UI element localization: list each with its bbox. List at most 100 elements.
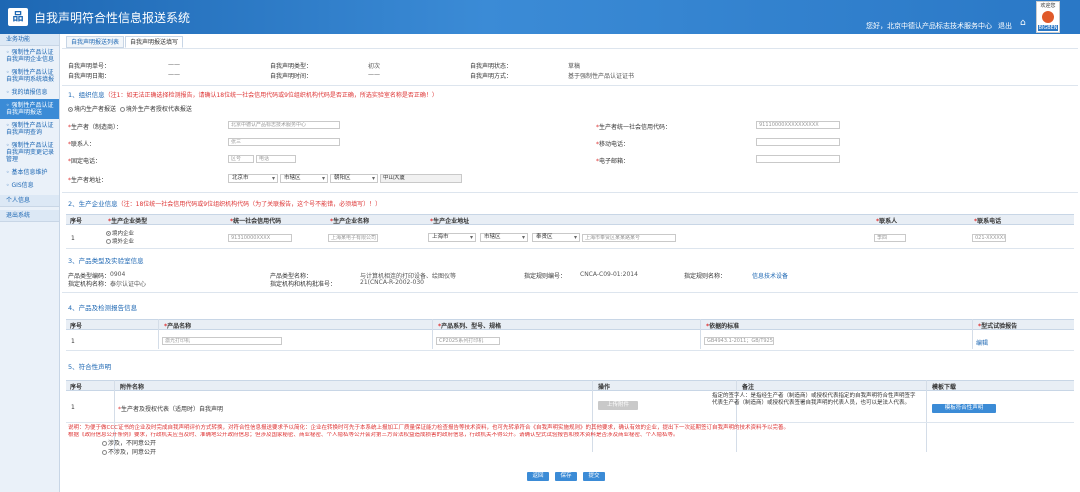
- sidebar-item-query[interactable]: 强制性产品认证自我声明查询: [0, 119, 59, 139]
- sec2-th-type: *生产企业类型: [108, 218, 148, 225]
- sidebar-item-enterprise-info[interactable]: 强制性产品认证自我声明企业信息: [0, 46, 59, 66]
- radio-overseas-label: 境外生产者授权代表报送: [125, 106, 192, 113]
- sec2-note: （注：18位统一社会信用代码或9位组织机构代码（为了关联报告，这个号不能错，必须…: [117, 201, 382, 208]
- sec5-colsep-2: [592, 380, 593, 452]
- sec2-row-no: 1: [71, 235, 75, 242]
- sidebar-item-system-fill[interactable]: 强制性产品认证自我声明系统填报: [0, 66, 59, 86]
- sec4-th-model: *产品系列、型号、规格: [438, 323, 502, 330]
- sidebar-item-submit[interactable]: 强制性产品认证自我声明报送: [0, 99, 59, 119]
- sec2-district-select[interactable]: 奉贤区: [532, 233, 580, 242]
- sec2-contact-input[interactable]: 李四: [874, 234, 906, 242]
- radio-disclose-label: 不涉及，同意公开: [108, 449, 157, 456]
- disclosure-options: 涉及，不同意公开 不涉及，同意公开: [102, 439, 156, 457]
- main-content: 自我声明报送列表 自我声明报送填写 自我声明单号： —— 自我声明类型： 初次 自…: [62, 34, 1078, 492]
- sec3-org-value: 泰尔认证中心: [110, 281, 147, 288]
- sec4-name-input[interactable]: 激光打印机: [162, 337, 282, 345]
- sidebar-head[interactable]: 业务功能: [0, 34, 59, 46]
- home-icon[interactable]: ⌂: [1020, 18, 1026, 28]
- sec4-model-input[interactable]: CP2025系列打印机: [436, 337, 500, 345]
- mobile-input[interactable]: [756, 138, 840, 146]
- sec2-name-input[interactable]: 上海某电子有限公司: [328, 234, 378, 242]
- footer-note-2: 根据《政府信息公开条例》要求，行政机关应当及时、准确地公开政府信息；但涉及国家秘…: [68, 432, 679, 438]
- sidebar: 业务功能 强制性产品认证自我声明企业信息 强制性产品认证自我声明系统填报 我的填…: [0, 34, 60, 492]
- sec3-rule-name-value[interactable]: 信息技术设备: [752, 271, 788, 280]
- meta-type-label: 自我声明类型：: [270, 63, 313, 70]
- sec4-std-input[interactable]: GB4943.1-2011；GB/T9254-2008: [704, 337, 774, 345]
- sec4-th-std: *依据的标准: [706, 323, 740, 330]
- sec2-title: 2、生产企业信息: [68, 200, 118, 208]
- meta-no-value: ——: [168, 61, 180, 68]
- sec4-title: 4、产品及检测报告信息: [68, 304, 138, 312]
- sec3-rule-name-label: 指定规则名称：: [684, 273, 727, 280]
- contact-input[interactable]: 张三: [228, 138, 340, 146]
- sec4-th-report: *型式试验报告: [978, 323, 1018, 330]
- radio-disclose[interactable]: [102, 450, 107, 455]
- sec4-th-name: *产品名称: [164, 323, 192, 330]
- sec2-city-select[interactable]: 市辖区: [480, 233, 528, 242]
- sec5-th-op: 操作: [598, 384, 611, 391]
- meta-time-value: ——: [368, 71, 380, 78]
- sec4-colsep-4: [972, 319, 973, 349]
- top-bar: 品 自我声明符合性信息报送系统 您好，北京中德认产品标志技术服务中心 退出 ⌂ …: [0, 0, 1080, 34]
- sec2-phone-input[interactable]: 021-XXXXXXX: [972, 234, 1006, 242]
- sec2-street-input[interactable]: 上海市奉贤区某某路某号: [582, 234, 676, 242]
- meta-no-label: 自我声明单号：: [68, 63, 111, 70]
- meta-method-label: 自我声明方式：: [470, 73, 513, 80]
- save-button[interactable]: 保存: [555, 472, 577, 481]
- meta-status-label: 自我声明状态：: [470, 63, 513, 70]
- sec1-note: （注1：如无法正确选择检测报告，请确认18位统一社会信用代码或9位组织机构代码是…: [104, 92, 438, 99]
- sec3-title: 3、产品类型及实验室信息: [68, 257, 144, 265]
- sec2-th-no: 序号: [70, 218, 83, 225]
- tab-submit-fill[interactable]: 自我声明报送填写: [125, 36, 184, 48]
- upload-attachment-button[interactable]: 上传附件: [598, 401, 638, 410]
- sec2-credit-input[interactable]: 91310000XXXX: [228, 234, 292, 242]
- avatar-tag: BIGBEN: [1038, 25, 1058, 31]
- sec5-colsep-4: [926, 380, 927, 452]
- sec4-th-no: 序号: [70, 323, 83, 330]
- radio-overseas-enterprise[interactable]: [106, 239, 111, 244]
- sec4-edit-link[interactable]: 编辑: [976, 338, 988, 347]
- sidebar-item-gis[interactable]: GIS信息: [0, 179, 59, 192]
- sec5-row-divider: [66, 422, 1074, 423]
- sec4-row-no: 1: [71, 338, 75, 345]
- phone-input[interactable]: 电话: [256, 155, 296, 163]
- sec5-th-remark: 备注: [742, 384, 755, 391]
- sec5-row-no: 1: [71, 404, 75, 411]
- avatar[interactable]: 欢迎您 BIGBEN: [1036, 1, 1060, 33]
- city-select[interactable]: 市辖区: [280, 174, 328, 183]
- sec2-th-address: *生产企业地址: [430, 218, 470, 225]
- logout-link[interactable]: 退出: [998, 21, 1012, 31]
- email-label: *电子邮箱：: [596, 158, 630, 165]
- sidebar-item-basic-info[interactable]: 基本信息维护: [0, 166, 59, 179]
- sec2-th-contact: *联系人: [876, 218, 898, 225]
- sec2-th-credit: *统一社会信用代码: [230, 218, 282, 225]
- sec3-rule-label: 指定规则编号：: [524, 273, 567, 280]
- radio-no-disclose-label: 涉及，不同意公开: [108, 440, 157, 447]
- area-code-input[interactable]: 区号: [228, 155, 254, 163]
- sidebar-item-change-log[interactable]: 强制性产品认证自我声明变更记录管理: [0, 139, 59, 166]
- email-input[interactable]: [756, 155, 840, 163]
- radio-overseas[interactable]: [119, 107, 125, 112]
- sidebar-group-exit[interactable]: 退出系统: [0, 210, 59, 222]
- sec2-province-select[interactable]: 上海市: [428, 233, 476, 242]
- back-button[interactable]: 返回: [527, 472, 549, 481]
- province-select[interactable]: 北京市: [228, 174, 278, 183]
- district-select[interactable]: 朝阳区: [330, 174, 378, 183]
- radio-domestic-enterprise[interactable]: [106, 231, 111, 236]
- sidebar-group-personal[interactable]: 个人信息: [0, 195, 59, 207]
- radio-domestic[interactable]: [68, 107, 73, 112]
- welcome-text: 您好，北京中德认产品标志技术服务中心: [866, 22, 992, 30]
- template-download-button[interactable]: 模板符合性声明: [932, 404, 996, 413]
- submit-button[interactable]: 提交: [583, 472, 605, 481]
- sec5-title: 5、符合性声明: [68, 363, 112, 371]
- credit-input[interactable]: 91110000XXXXXXXXXX: [756, 121, 840, 129]
- sec4-colsep-2: [432, 319, 433, 349]
- producer-input[interactable]: 北京中德认产品标志技术服务中心: [228, 121, 340, 129]
- meta-type-value: 初次: [368, 63, 381, 70]
- sec2-divider: [62, 192, 1078, 193]
- sec1-header: 1、组织信息（注1：如无法正确选择检测报告，请确认18位统一社会信用代码或9位组…: [68, 89, 438, 99]
- tab-submit-list[interactable]: 自我声明报送列表: [66, 36, 125, 48]
- sidebar-item-my-fill[interactable]: 我的填报信息: [0, 86, 59, 99]
- street-input[interactable]: 中山大厦: [380, 174, 462, 183]
- radio-no-disclose[interactable]: [102, 441, 107, 446]
